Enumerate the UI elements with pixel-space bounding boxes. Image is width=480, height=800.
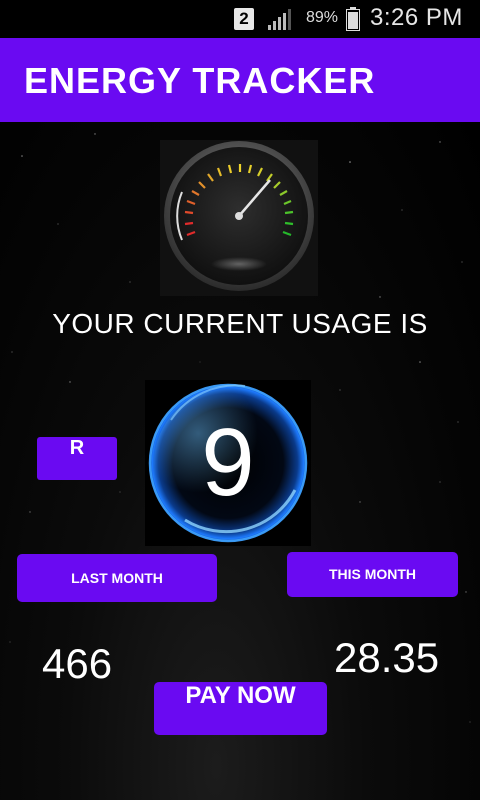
status-bar: 2 89% 3:26 PM (0, 0, 480, 38)
last-month-button[interactable]: LAST MONTH (17, 554, 217, 602)
usage-orb: 9 (145, 380, 311, 546)
this-month-value: 28.35 (334, 634, 440, 681)
usage-heading: YOUR CURRENT USAGE IS (52, 308, 428, 339)
sim-icon: 2 (234, 8, 254, 30)
status-time: 3:26 PM (370, 4, 463, 31)
app-title: ENERGY TRACKER (24, 60, 376, 101)
pay-now-button[interactable]: PAY NOW (154, 682, 327, 735)
current-usage-value: 9 (201, 409, 255, 516)
last-month-value: 466 (42, 640, 113, 687)
battery-icon (346, 7, 360, 31)
currency-button[interactable]: R (37, 437, 117, 480)
this-month-button[interactable]: THIS MONTH (287, 552, 458, 597)
app-bar: ENERGY TRACKER (0, 38, 480, 122)
speedometer-icon (164, 141, 314, 291)
gauge-image (160, 140, 318, 296)
battery-percent: 89% (306, 9, 339, 26)
signal-icon (268, 9, 291, 30)
main-content: YOUR CURRENT USAGE IS R 9 LAST MONTH THI… (0, 122, 480, 800)
